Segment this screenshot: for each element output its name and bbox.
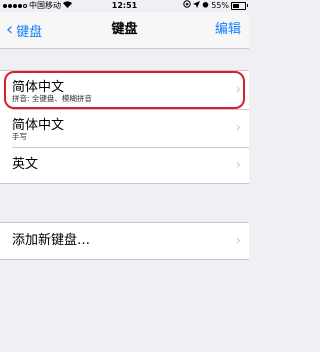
chevron-right-icon: › [235, 120, 241, 136]
status-bar: 中国移动 12:51 55% [0, 0, 249, 12]
alarm-icon [202, 0, 209, 12]
keyboard-row-pinyin[interactable]: 简体中文 拼音: 全键盘、模糊拼音 › [0, 71, 249, 109]
battery-percent: 55% [211, 1, 229, 10]
orientation-lock-icon [183, 0, 191, 12]
keyboard-list: 简体中文 拼音: 全键盘、模糊拼音 › 简体中文 手写 › 英文 › [0, 70, 249, 184]
add-keyboard-group: 添加新键盘… › [0, 222, 249, 260]
navigation-bar: ‹ 键盘 键盘 编辑 [0, 12, 249, 49]
keyboard-subtitle: 拼音: 全键盘、模糊拼音 [12, 94, 92, 103]
chevron-right-icon: › [235, 233, 241, 249]
keyboard-row-handwriting[interactable]: 简体中文 手写 › [0, 109, 249, 147]
keyboard-subtitle: 手写 [12, 132, 27, 141]
battery-icon [231, 2, 248, 10]
add-keyboard-label: 添加新键盘… [12, 233, 91, 248]
chevron-right-icon: › [235, 82, 241, 98]
status-right: 55% [183, 0, 248, 12]
page-title: 键盘 [111, 22, 138, 37]
keyboard-title: 英文 [12, 157, 39, 172]
location-icon [193, 0, 201, 12]
add-keyboard-row[interactable]: 添加新键盘… › [0, 223, 249, 259]
chevron-right-icon: › [235, 157, 241, 173]
keyboard-row-english[interactable]: 英文 › [0, 147, 249, 183]
edit-button[interactable]: 编辑 [215, 12, 241, 48]
